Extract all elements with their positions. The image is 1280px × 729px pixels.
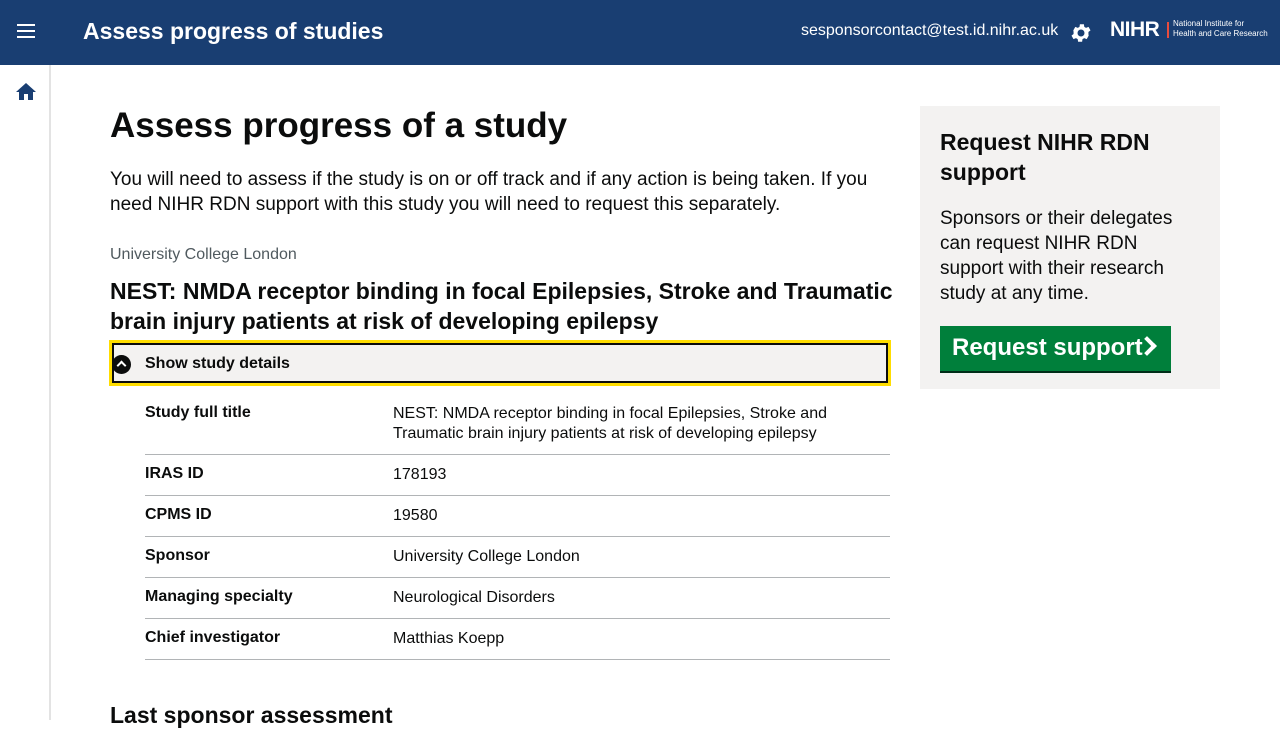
summary-row: IRAS ID 178193 <box>145 455 890 496</box>
summary-row: CPMS ID 19580 <box>145 496 890 537</box>
side-nav <box>0 65 51 720</box>
summary-value: Neurological Disorders <box>393 589 555 606</box>
request-support-label: Request support <box>952 334 1143 361</box>
study-details-list: Study full title NEST: NMDA receptor bin… <box>145 394 890 660</box>
summary-row: Managing specialty Neurological Disorder… <box>145 578 890 619</box>
support-panel-title: Request NIHR RDN support <box>940 129 1150 185</box>
intro-text: You will need to assess if the study is … <box>110 169 868 215</box>
summary-key: IRAS ID <box>145 465 204 482</box>
app-header: Assess progress of studies sesponsorcont… <box>0 0 1280 65</box>
logo-main-text: NIHR <box>1110 18 1160 41</box>
organisation-caption: University College London <box>110 246 297 263</box>
summary-key: CPMS ID <box>145 506 212 523</box>
toggle-label: Show study details <box>145 355 290 372</box>
last-assessment-heading: Last sponsor assessment <box>110 702 393 728</box>
summary-row: Sponsor University College London <box>145 537 890 578</box>
summary-key: Study full title <box>145 404 251 421</box>
summary-row: Chief investigator Matthias Koepp <box>145 619 890 660</box>
support-panel-text: Sponsors or their delegates can request … <box>940 208 1173 304</box>
chevron-up-icon <box>112 355 131 374</box>
summary-key: Managing specialty <box>145 588 293 605</box>
summary-value: Matthias Koepp <box>393 630 505 647</box>
summary-row: Study full title NEST: NMDA receptor bin… <box>145 394 890 455</box>
summary-value: 178193 <box>393 466 447 483</box>
show-study-details-toggle[interactable]: Show study details <box>109 340 891 386</box>
summary-value: University College London <box>393 548 580 565</box>
summary-key: Sponsor <box>145 547 210 564</box>
study-title: NEST: NMDA receptor binding in focal Epi… <box>110 278 893 334</box>
app-title: Assess progress of studies <box>83 18 384 44</box>
nihr-logo[interactable]: NIHR National Institute for Health and C… <box>1110 18 1270 48</box>
logo-divider <box>1167 22 1169 38</box>
page-title: Assess progress of a study <box>110 106 568 145</box>
menu-icon[interactable] <box>13 20 41 46</box>
summary-value: 19580 <box>393 507 438 524</box>
logo-sub-text: National Institute for Health and Care R… <box>1173 19 1268 38</box>
summary-value: NEST: NMDA receptor binding in focal Epi… <box>393 405 827 442</box>
home-icon[interactable] <box>14 80 38 104</box>
request-support-button[interactable]: Request support <box>940 326 1171 371</box>
summary-key: Chief investigator <box>145 629 281 646</box>
user-email: sesponsorcontact@test.id.nihr.ac.uk <box>801 22 1059 39</box>
support-panel: Request NIHR RDN support Sponsors or the… <box>920 106 1220 389</box>
gear-icon[interactable] <box>1069 21 1093 45</box>
